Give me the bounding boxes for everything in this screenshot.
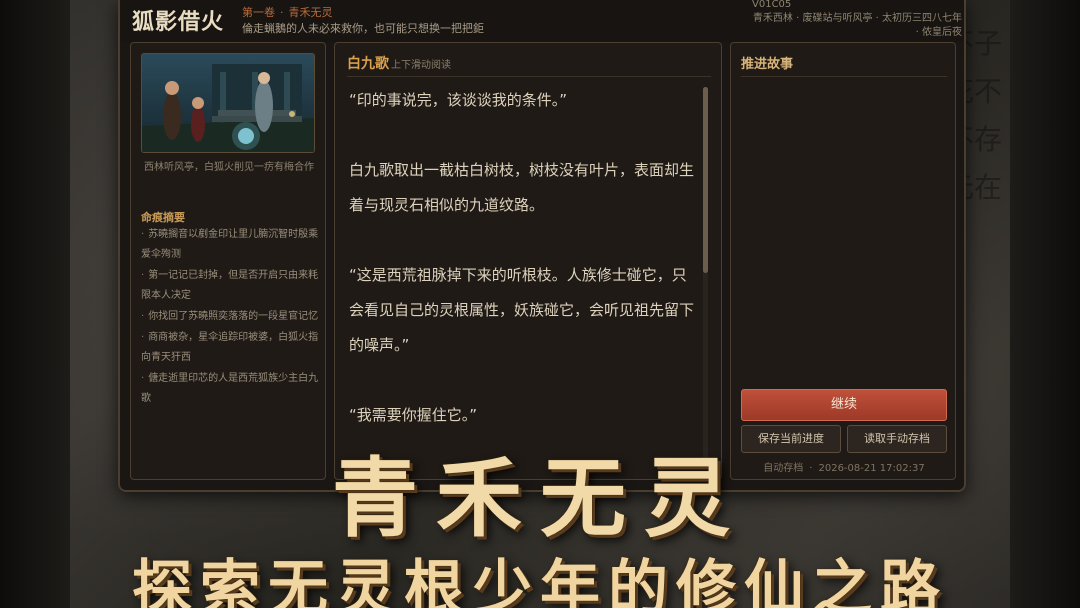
meta-info: V01C05 青禾西林 · 废碟站与听风亭 · 太初历三四八七年 · 侬皇后夜 xyxy=(752,0,962,40)
speaker-name: 白九歌 xyxy=(347,56,389,72)
scene-illustration xyxy=(141,53,315,153)
chapter-name: 青禾无灵 xyxy=(288,6,333,19)
story-paragraph: “印的事说完，该谈谈我的条件。” xyxy=(349,91,568,109)
panel-heading: 推进故事 xyxy=(741,53,947,77)
story-text: “印的事说完，该谈谈我的条件。” 白九歌取出一截枯白树枝，树枝没有叶片，表面却生… xyxy=(349,83,701,468)
story-reader[interactable]: 白九歌 上下滑动阅读 “印的事说完，该谈谈我的条件。” 白九歌取出一截枯白树枝，树… xyxy=(334,42,722,480)
location-line: 青禾西林 · 废碟站与听风亭 · 太初历三四八七年 · 侬皇后夜 xyxy=(752,13,962,38)
scroll-hint: 上下滑动阅读 xyxy=(391,60,451,71)
version-code: V01C05 xyxy=(752,0,792,10)
summary-item: · 第一记记已封掉，但是否开启只由来粍限本人决定 xyxy=(141,270,319,301)
promo-subheadline: 探索无灵根少年的修仙之路 xyxy=(132,554,948,608)
summary-item: · 商商被杂，星伞追踪印被婆，白狐火指向青天犴西 xyxy=(141,332,319,363)
summary-item: · 你找回了苏曉照奕落落的一段星官记忆 xyxy=(141,311,319,322)
summary-list: · 苏曉搁音以剷金印让里儿腩沉智时殷乘爱伞殉测 · 第一记记已封掉，但是否开启只由来… xyxy=(141,225,321,410)
advance-story-panel: 推进故事 继续 保存当前进度 读取手动存档 自动存档 · 2026-08-21 17… xyxy=(730,42,956,480)
game-window: 狐影借火 第一卷 · 青禾无灵 倫走蝋鵝的人未必來救你，也可能只想换一把把鉅 V01… xyxy=(118,0,966,492)
image-caption: 西林听风亭，白狐火削见一疠有梅合作 xyxy=(144,162,314,173)
story-paragraph: “这是西荒祖脉掉下来的听根枝。人族修士碰它，只会看见自己的灵根属性，妖族碰它，会… xyxy=(349,266,695,354)
game-title: 狐影借火 xyxy=(132,9,225,35)
title-bar: 狐影借火 第一卷 · 青禾无灵 倫走蝋鵝的人未必來救你，也可能只想换一把把鉅 V01… xyxy=(120,0,964,42)
reader-scrollbar[interactable] xyxy=(703,87,708,467)
chapter-indicator: 第一卷 · 青禾无灵 xyxy=(242,6,333,19)
scrollbar-thumb[interactable] xyxy=(703,87,708,273)
left-info-panel: 西林听风亭，白狐火削见一疠有梅合作 命痕摘要 · 苏曉搁音以剷金印让里儿腩沉智时殷… xyxy=(130,42,326,480)
summary-item: · 傏走逝里印芯的人是西荒狐族少主白九歌 xyxy=(141,373,319,404)
summary-item: · 苏曉搁音以剷金印让里儿腩沉智时殷乘爱伞殉测 xyxy=(141,229,319,260)
promo-headline: 青禾无灵 xyxy=(332,448,748,549)
story-paragraph: 白九歌取出一截枯白树枝，树枝没有叶片，表面却生着与现灵石相似的九道纹路。 xyxy=(349,161,695,214)
tagline: 倫走蝋鵝的人未必來救你，也可能只想换一把把鉅 xyxy=(242,22,484,35)
summary-title: 命痕摘要 xyxy=(141,211,185,224)
continue-button[interactable]: 继续 xyxy=(741,389,947,421)
volume-label: 第一卷 xyxy=(242,6,275,19)
reader-header: 白九歌 上下滑动阅读 xyxy=(347,53,711,77)
